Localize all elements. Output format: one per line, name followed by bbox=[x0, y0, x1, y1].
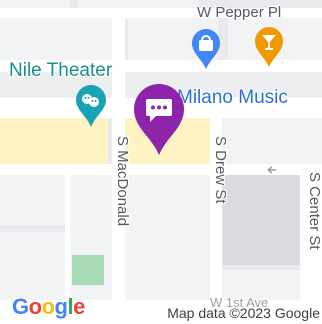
place-label-nile-theater[interactable]: Nile Theater bbox=[9, 61, 112, 80]
map-view[interactable]: W Pepper Pl S MacDonald S Drew St S Cent… bbox=[0, 0, 322, 324]
theater-masks-icon bbox=[76, 85, 106, 127]
shopping-bag-icon bbox=[192, 29, 220, 69]
cocktail-glass-icon bbox=[255, 27, 283, 67]
logo-letter: e bbox=[73, 294, 85, 319]
logo-letter: g bbox=[54, 294, 68, 319]
google-logo[interactable]: Google bbox=[12, 296, 85, 318]
logo-letter: o bbox=[41, 294, 55, 319]
bar-marker[interactable] bbox=[253, 26, 285, 73]
shopping-marker[interactable] bbox=[190, 28, 222, 75]
theater-marker[interactable] bbox=[74, 84, 108, 133]
map-attribution: Map data ©2023 Google bbox=[167, 305, 320, 321]
logo-letter: G bbox=[12, 294, 29, 319]
street-label-s-center-st: S Center St bbox=[306, 172, 322, 250]
selected-place-marker[interactable] bbox=[131, 80, 187, 161]
street-label-w-pepper-pl: W Pepper Pl bbox=[197, 4, 282, 21]
place-label-milano-music[interactable]: Milano Music bbox=[177, 88, 288, 107]
street-label-s-drew-st: S Drew St bbox=[212, 136, 229, 204]
chat-bubble-icon bbox=[134, 84, 184, 155]
logo-letter: o bbox=[28, 294, 42, 319]
street-label-s-macdonald: S MacDonald bbox=[114, 136, 131, 227]
